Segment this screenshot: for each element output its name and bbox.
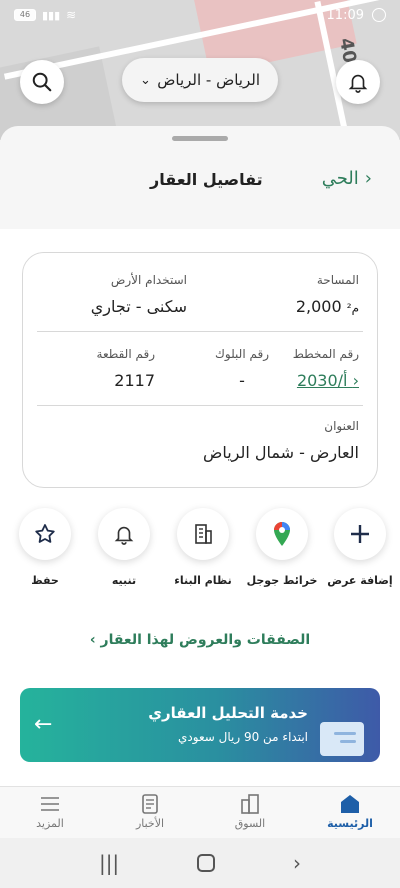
- nav-more-label: المزيد: [36, 817, 64, 830]
- chevron-down-icon: ⌄: [140, 72, 151, 88]
- nav-home[interactable]: الرئيسية: [310, 791, 390, 830]
- block-value: -: [239, 371, 245, 390]
- notifications-button[interactable]: [336, 60, 380, 104]
- home-circle-icon[interactable]: [197, 854, 216, 872]
- plan-link[interactable]: 2030/أ ›: [293, 371, 359, 390]
- arrow-left-icon: ←: [34, 712, 53, 737]
- recent-apps-icon[interactable]: |||: [99, 851, 119, 875]
- whatsapp-icon: [372, 8, 386, 22]
- bell-icon: [114, 526, 134, 545]
- area-value: 2,000 م²: [295, 297, 359, 316]
- address-field: العنوان العارض - شمال الرياض: [203, 419, 359, 462]
- save-button[interactable]: حفظ: [5, 508, 85, 587]
- area-field: المساحة 2,000 م²: [296, 273, 359, 316]
- add-offer-label: إضافة عرض: [327, 574, 393, 587]
- system-nav-bar: ||| ›: [0, 838, 400, 888]
- search-button[interactable]: [20, 60, 64, 104]
- plan-label: رقم المخطط: [292, 347, 359, 361]
- battery-icon: 46: [14, 9, 36, 21]
- divider: [37, 405, 363, 406]
- bell-icon: [348, 74, 368, 93]
- back-to-district-link[interactable]: الحي ›: [322, 168, 372, 189]
- status-time: 11:09: [326, 7, 364, 23]
- deals-offers-link[interactable]: ‹ الصفقات والعروض لهذا العقار: [0, 632, 400, 648]
- back-link-label: الحي: [321, 168, 359, 189]
- nav-news[interactable]: الأخبار: [110, 791, 190, 830]
- market-icon: [241, 794, 259, 814]
- document-icon: [320, 722, 364, 756]
- plus-icon: [351, 525, 369, 543]
- action-bar: إضافة عرض خرائط جوجل نظام البناء تنبيه ح…: [0, 508, 400, 598]
- land-use-value: سكنى - تجاري: [90, 297, 187, 316]
- google-maps-pin-icon: [274, 522, 290, 546]
- back-arrow-icon[interactable]: ›: [293, 851, 301, 875]
- deals-link-label: الصفقات والعروض لهذا العقار: [100, 632, 311, 648]
- nav-more[interactable]: المزيد: [10, 791, 90, 830]
- google-maps-label: خرائط جوجل: [246, 574, 318, 587]
- building-system-label: نظام البناء: [174, 574, 232, 587]
- sheet-drag-handle[interactable]: [172, 136, 228, 141]
- plan-field: رقم المخطط 2030/أ ›: [293, 347, 359, 390]
- banner-title: خدمة التحليل العقاري: [148, 704, 308, 722]
- signal-icon: ▮▮▮: [42, 8, 61, 22]
- nav-market[interactable]: السوق: [210, 791, 290, 830]
- chevron-right-icon: ›: [352, 371, 359, 390]
- add-offer-button[interactable]: إضافة عرض: [320, 508, 400, 587]
- divider: [37, 331, 363, 332]
- block-label: رقم البلوك: [214, 347, 269, 361]
- search-icon: [32, 72, 52, 92]
- alert-label: تنبيه: [111, 574, 137, 587]
- star-icon: [35, 524, 55, 543]
- sheet-header: الحي › تفاصيل العقار: [0, 166, 400, 196]
- building-system-button[interactable]: نظام البناء: [163, 508, 243, 587]
- nav-news-label: الأخبار: [135, 817, 165, 830]
- analysis-service-banner[interactable]: ← خدمة التحليل العقاري ابتداء من 90 ريال…: [20, 688, 380, 762]
- building-icon: [195, 524, 212, 544]
- area-label: المساحة: [316, 273, 359, 287]
- page-title: تفاصيل العقار: [150, 170, 263, 189]
- alert-button[interactable]: تنبيه: [84, 508, 164, 587]
- plan-value: 2030/أ: [296, 371, 348, 390]
- bottom-nav: الرئيسية السوق الأخبار المزيد: [0, 786, 400, 838]
- plot-field: رقم القطعة 2117: [97, 347, 155, 390]
- plot-value: 2117: [114, 371, 155, 390]
- save-label: حفظ: [31, 574, 59, 587]
- status-bar: 46 ▮▮▮ ≋ 11:09: [0, 0, 400, 30]
- block-field: رقم البلوك -: [215, 347, 269, 390]
- nav-market-label: السوق: [234, 817, 266, 830]
- menu-icon: [41, 797, 59, 811]
- address-label: العنوان: [324, 419, 359, 433]
- chevron-left-icon: ‹: [89, 632, 101, 648]
- plot-label: رقم القطعة: [96, 347, 155, 361]
- city-selector-value: الرياض - الرياض: [157, 71, 260, 89]
- property-details-card: المساحة 2,000 م² استخدام الأرض سكنى - تج…: [22, 252, 378, 488]
- google-maps-button[interactable]: خرائط جوجل: [242, 508, 322, 587]
- address-value: العارض - شمال الرياض: [203, 443, 359, 462]
- news-icon: [142, 794, 158, 814]
- banner-subtitle: ابتداء من 90 ريال سعودي: [178, 730, 308, 744]
- city-selector[interactable]: ⌄ الرياض - الرياض: [122, 58, 278, 102]
- chevron-right-icon: ›: [364, 168, 372, 189]
- nav-home-label: الرئيسية: [327, 817, 373, 830]
- land-use-label: استخدام الأرض: [110, 273, 187, 287]
- home-icon: [341, 795, 359, 813]
- land-use-field: استخدام الأرض سكنى - تجاري: [91, 273, 187, 316]
- wifi-icon: ≋: [66, 8, 77, 22]
